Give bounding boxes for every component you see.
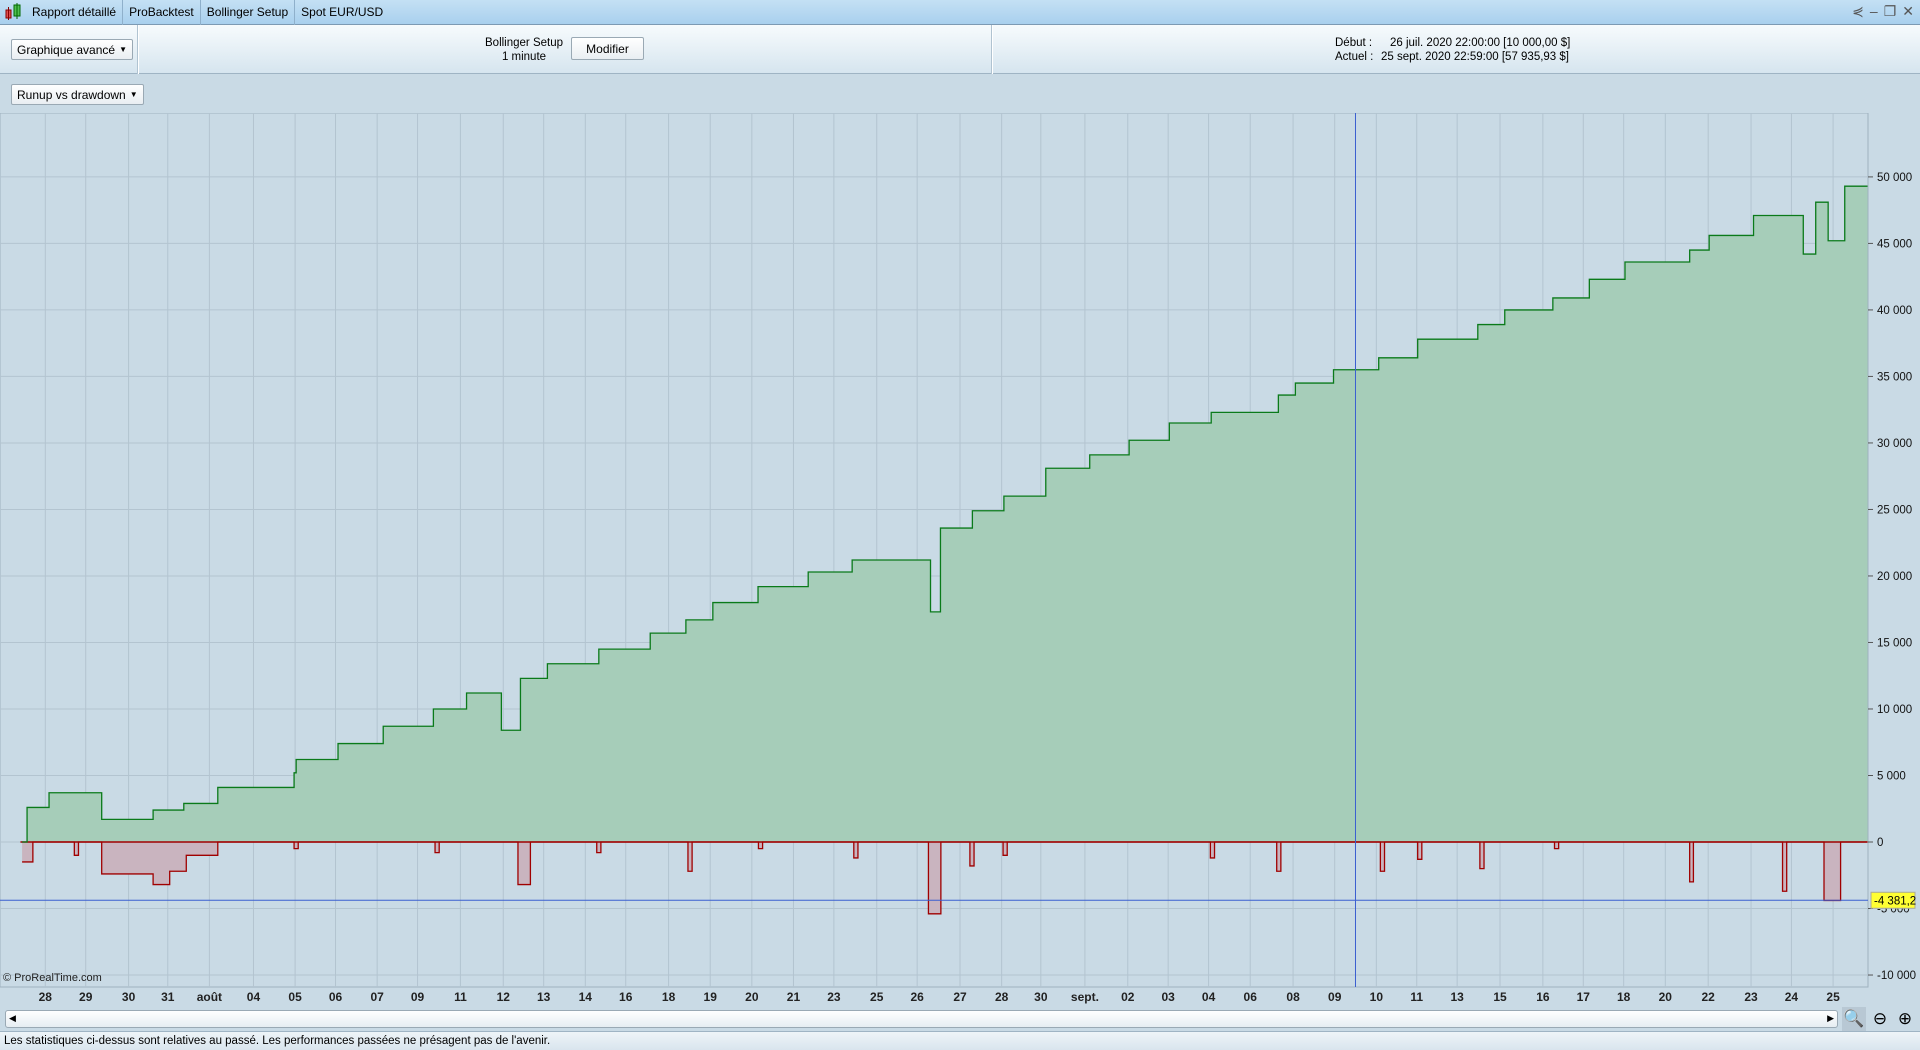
y-tick-label: 40 000 — [1877, 305, 1912, 317]
x-tick-label: 23 — [1744, 990, 1758, 1004]
y-tick-label: 30 000 — [1877, 438, 1912, 450]
minimize-icon[interactable]: – — [1870, 3, 1878, 20]
x-tick-label: 29 — [79, 990, 93, 1004]
y-tick-label: 10 000 — [1877, 704, 1912, 716]
chart-type-value: Runup vs drawdown — [17, 87, 126, 102]
toolbar: Graphique avancé ▼ Bollinger Setup 1 minu… — [0, 25, 1920, 74]
tab-label: Bollinger Setup — [206, 5, 289, 19]
close-icon[interactable]: ✕ — [1902, 3, 1914, 20]
x-tick-label: 26 — [910, 990, 924, 1004]
zoom-auto-icon[interactable]: 🔍 — [1842, 1007, 1866, 1031]
timeframe: 1 minute — [501, 51, 547, 63]
y-tick-label: 25 000 — [1877, 504, 1912, 516]
y-tick-label: 20 000 — [1877, 571, 1912, 583]
chevron-down-icon: ▼ — [129, 90, 138, 99]
x-tick-label: 06 — [1244, 990, 1258, 1004]
x-tick-label: 16 — [619, 990, 633, 1004]
y-tick-label: 50 000 — [1877, 172, 1912, 184]
x-tick-label: 04 — [247, 990, 261, 1004]
view-select-value: Graphique avancé — [17, 42, 116, 57]
start-value: 26 juil. 2020 22:00:00 [10 000,00 $] — [1390, 37, 1571, 49]
view-select[interactable]: Graphique avancé ▼ — [11, 39, 133, 60]
x-tick-label: 28 — [995, 990, 1009, 1004]
chart-type-select[interactable]: Runup vs drawdown ▼ — [11, 84, 144, 105]
x-tick-label: 05 — [288, 990, 302, 1004]
y-tick-label: -10 000 — [1877, 970, 1916, 982]
x-tick-label: 03 — [1161, 990, 1175, 1004]
tab-bollinger-setup[interactable]: Bollinger Setup — [201, 0, 296, 25]
y-tick-label: 5 000 — [1877, 770, 1906, 782]
chevron-down-icon: ▼ — [119, 45, 127, 54]
chart-options-row: Runup vs drawdown ▼ — [0, 74, 1920, 113]
x-tick-label: 13 — [1450, 990, 1464, 1004]
x-tick-label: 25 — [870, 990, 884, 1004]
zoom-out-icon[interactable]: ⊖ — [1868, 1007, 1892, 1031]
y-tick-label: 0 — [1877, 837, 1883, 849]
start-label: Début : — [1335, 37, 1373, 49]
x-tick-label: 30 — [122, 990, 136, 1004]
watermark: © ProRealTime.com — [3, 972, 102, 984]
x-tick-label: 30 — [1034, 990, 1048, 1004]
x-tick-label: 28 — [39, 990, 53, 1004]
y-tick-label: 15 000 — [1877, 637, 1912, 649]
x-tick-label: 07 — [370, 990, 384, 1004]
candlestick-app-icon — [5, 3, 21, 20]
x-tick-label: 13 — [537, 990, 551, 1004]
x-tick-label: 20 — [745, 990, 759, 1004]
x-tick-label: 04 — [1202, 990, 1216, 1004]
x-tick-label: 18 — [662, 990, 676, 1004]
scroll-left-icon[interactable]: ◀ — [9, 1013, 16, 1024]
zoom-in-icon[interactable]: ⊕ — [1893, 1007, 1917, 1031]
x-tick-label: 14 — [579, 990, 593, 1004]
x-tick-label: août — [197, 990, 222, 1004]
system-name: Bollinger Setup — [485, 37, 563, 49]
x-tick-label: 22 — [1701, 990, 1715, 1004]
x-tick-label: 23 — [827, 990, 841, 1004]
x-tick-label: 16 — [1536, 990, 1550, 1004]
y-tick-label: 45 000 — [1877, 238, 1912, 250]
x-tick-label: 09 — [411, 990, 425, 1004]
x-tick-label: 24 — [1785, 990, 1799, 1004]
x-tick-label: 09 — [1328, 990, 1342, 1004]
tab-label: Spot EUR/USD — [301, 5, 384, 19]
x-tick-label: 18 — [1617, 990, 1631, 1004]
horizontal-scrollbar[interactable]: ◀ ▶ — [5, 1010, 1838, 1028]
title-bar: Rapport détaillé ProBacktest Bollinger S… — [0, 0, 1920, 25]
restore-icon[interactable]: ❐ — [1884, 3, 1897, 20]
divider — [137, 25, 139, 74]
x-tick-label: 06 — [329, 990, 343, 1004]
x-tick-label: 11 — [454, 990, 467, 1004]
modify-label: Modifier — [586, 41, 629, 56]
x-tick-label: 19 — [704, 990, 718, 1004]
x-tick-label: 21 — [787, 990, 801, 1004]
current-value: 25 sept. 2020 22:59:00 [57 935,93 $] — [1381, 51, 1569, 63]
runup-drawdown-chart[interactable]: 28 29 30 31 août 04 05 06 07 09 11 12 13 14 16 18 19 20 21… — [0, 113, 1920, 1008]
tab-label: Rapport détaillé — [32, 5, 117, 19]
tab-spot-eurusd[interactable]: Spot EUR/USD — [295, 0, 389, 25]
crosshair-value: -4 381,2 — [1874, 895, 1916, 907]
x-tick-label: 27 — [953, 990, 967, 1004]
x-tick-label: 10 — [1370, 990, 1384, 1004]
x-tick-label: 11 — [1410, 990, 1423, 1004]
y-tick-label: 35 000 — [1877, 371, 1912, 383]
scroll-right-icon[interactable]: ▶ — [1827, 1013, 1834, 1024]
x-tick-label: 25 — [1826, 990, 1840, 1004]
divider — [991, 25, 993, 74]
current-label: Actuel : — [1335, 51, 1374, 63]
x-tick-label: sept. — [1071, 990, 1099, 1004]
disclaimer: Les statistiques ci-dessus sont relative… — [0, 1031, 1920, 1050]
x-tick-label: 08 — [1286, 990, 1300, 1004]
x-tick-label: 17 — [1577, 990, 1591, 1004]
x-tick-label: 20 — [1659, 990, 1673, 1004]
share-icon[interactable]: ⋞ — [1852, 3, 1864, 20]
x-tick-label: 02 — [1121, 990, 1135, 1004]
tab-probacktest[interactable]: ProBacktest — [123, 0, 201, 25]
x-tick-label: 12 — [497, 990, 511, 1004]
x-tick-label: 15 — [1493, 990, 1507, 1004]
modify-button[interactable]: Modifier — [571, 37, 644, 60]
tab-label: ProBacktest — [129, 5, 194, 19]
tab-detailed-report[interactable]: Rapport détaillé — [26, 0, 124, 25]
x-tick-label: 31 — [161, 990, 175, 1004]
